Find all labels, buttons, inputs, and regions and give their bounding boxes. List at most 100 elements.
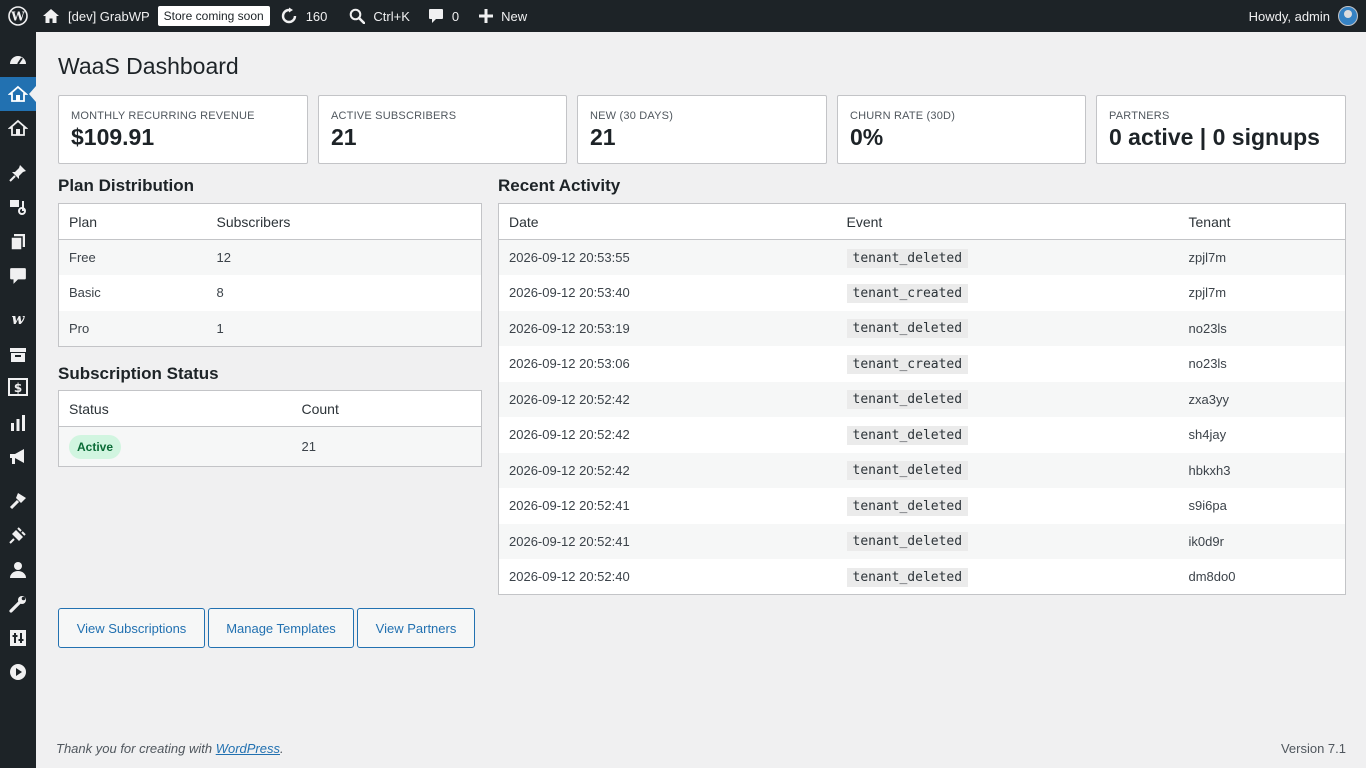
activity-event: tenant_deleted (846, 319, 969, 339)
activity-event-cell: tenant_deleted (837, 417, 1179, 453)
status-badge: Active (69, 434, 122, 459)
column-header-status: Status (58, 390, 292, 427)
activity-date: 2026-09-12 20:52:42 (509, 391, 630, 407)
table-row: 2026-09-12 20:52:40 tenant_deleted dm8do0 (499, 559, 1346, 595)
command-search-link[interactable]: Ctrl+K (349, 0, 410, 32)
waas-icon[interactable] (0, 77, 36, 111)
stat-value: 0 active | 0 signups (1109, 124, 1320, 150)
footer-thanks-prefix: Thank you for creating with (56, 741, 216, 756)
svg-text:$: $ (14, 381, 22, 395)
table-row: 2026-09-12 20:53:06 tenant_created no23ls (499, 346, 1346, 382)
activity-event: tenant_deleted (846, 390, 969, 410)
view-partners-button[interactable]: View Partners (357, 608, 475, 648)
activity-event-cell: tenant_deleted (837, 240, 1179, 276)
appearance-icon[interactable] (0, 484, 36, 518)
status-cell: Active (59, 427, 292, 467)
home-icon (43, 9, 59, 23)
stat-card-churn-rate: Churn Rate (30d) 0% (837, 95, 1086, 164)
comments-link[interactable]: 0 (428, 0, 459, 32)
marketing-icon[interactable] (0, 440, 36, 474)
plus-icon (479, 9, 494, 23)
activity-date: 2026-09-12 20:53:06 (509, 356, 630, 372)
products-icon[interactable] (0, 338, 36, 372)
activity-event: tenant_created (846, 354, 969, 374)
waas-templates-icon[interactable] (0, 111, 36, 145)
updates-link[interactable]: 160 (280, 0, 327, 32)
view-subscriptions-button[interactable]: View Subscriptions (58, 608, 205, 648)
manage-templates-button[interactable]: Manage Templates (208, 608, 354, 648)
store-coming-soon-badge[interactable]: Store coming soon (157, 6, 270, 26)
comments-icon[interactable] (0, 259, 36, 293)
subscription-status-table: Status Count Active 21 (58, 390, 482, 467)
stat-value: 21 (331, 124, 357, 150)
column-header-plan: Plan (58, 203, 207, 240)
table-header-row: Status Count (58, 390, 482, 427)
activity-date: 2026-09-12 20:52:42 (509, 427, 630, 443)
new-content-link[interactable]: New (479, 0, 527, 32)
footer-version: Version 7.1 (1280, 741, 1346, 756)
activity-event-cell: tenant_deleted (837, 311, 1179, 347)
payments-icon[interactable]: $ (0, 370, 36, 404)
table-row: Active 21 (58, 426, 482, 467)
stat-label: Monthly Recurring Revenue (71, 110, 255, 122)
activity-event: tenant_deleted (846, 496, 969, 516)
comment-bubble-icon (428, 9, 443, 23)
plan-distribution-table: Plan Subscribers Free 12 Basic 8 Pro 1 (58, 203, 482, 347)
activity-tenant: ik0d9r (1188, 533, 1224, 549)
posts-pin-icon[interactable] (0, 156, 36, 190)
activity-date: 2026-09-12 20:53:55 (509, 250, 630, 265)
activity-tenant: no23ls (1188, 356, 1227, 372)
column-header-event: Event (836, 203, 1179, 240)
site-name-link[interactable]: [dev] GrabWP (42, 0, 150, 32)
users-icon[interactable] (0, 553, 36, 587)
stat-label: Churn Rate (30d) (850, 110, 956, 122)
analytics-icon[interactable] (0, 406, 36, 440)
activity-tenant: zpjl7m (1188, 285, 1227, 301)
stat-label: New (30 days) (590, 110, 674, 122)
activity-event: tenant_deleted (846, 532, 969, 552)
plan-name: Basic (69, 285, 101, 301)
wordpress-link[interactable]: WordPress (216, 741, 280, 756)
activity-event-cell: tenant_deleted (837, 559, 1179, 595)
page-title: WaaS Dashboard (58, 53, 239, 79)
activity-event-cell: tenant_deleted (837, 382, 1179, 418)
activity-event: tenant_created (846, 283, 969, 303)
stat-card-active-subscribers: Active Subscribers 21 (318, 95, 567, 164)
table-row: 2026-09-12 20:52:42 tenant_deleted hbkxh3 (498, 452, 1346, 489)
activity-date: 2026-09-12 20:52:41 (509, 498, 630, 514)
stat-value: 0% (850, 124, 884, 150)
table-row: Basic 8 (59, 275, 482, 311)
search-shortcut-label: Ctrl+K (373, 8, 410, 24)
tools-icon[interactable] (0, 587, 36, 621)
account-menu[interactable]: Howdy, admin (1249, 0, 1358, 32)
search-icon (350, 8, 366, 24)
table-row: 2026-09-12 20:53:40 tenant_created zpjl7m (499, 275, 1346, 311)
table-row: Free 12 (58, 239, 482, 275)
plan-distribution-title: Plan Distribution (58, 176, 194, 195)
activity-tenant: s9i6pa (1188, 498, 1227, 514)
activity-event-cell: tenant_created (837, 346, 1179, 382)
activity-tenant: sh4jay (1188, 427, 1227, 443)
settings-icon[interactable] (0, 621, 36, 655)
activity-date: 2026-09-12 20:52:41 (509, 533, 630, 549)
column-header-count: Count (291, 390, 482, 427)
media-player-icon[interactable] (0, 655, 36, 689)
table-row: 2026-09-12 20:53:19 tenant_deleted no23ls (498, 310, 1346, 347)
table-row: 2026-09-12 20:52:42 tenant_deleted zxa3yy (498, 381, 1346, 418)
comments-count: 0 (451, 8, 460, 24)
media-icon[interactable] (0, 190, 36, 224)
activity-event-cell: tenant_deleted (837, 453, 1179, 489)
dashboard-icon[interactable] (0, 43, 36, 77)
plugins-icon[interactable] (0, 518, 36, 552)
activity-tenant: zxa3yy (1188, 391, 1229, 407)
stat-label: Active Subscribers (331, 110, 457, 122)
stat-card-new-30-days: New (30 days) 21 (577, 95, 827, 164)
pages-icon[interactable] (0, 225, 36, 259)
activity-date: 2026-09-12 20:53:40 (509, 285, 630, 301)
plan-subscribers: 1 (216, 320, 224, 336)
column-header-tenant: Tenant (1178, 203, 1346, 240)
activity-event: tenant_deleted (846, 461, 969, 481)
wordpress-logo-icon[interactable]: W (0, 0, 36, 32)
footer-thankyou: Thank you for creating with WordPress. (56, 741, 284, 756)
woocommerce-icon[interactable]: w (0, 302, 36, 336)
